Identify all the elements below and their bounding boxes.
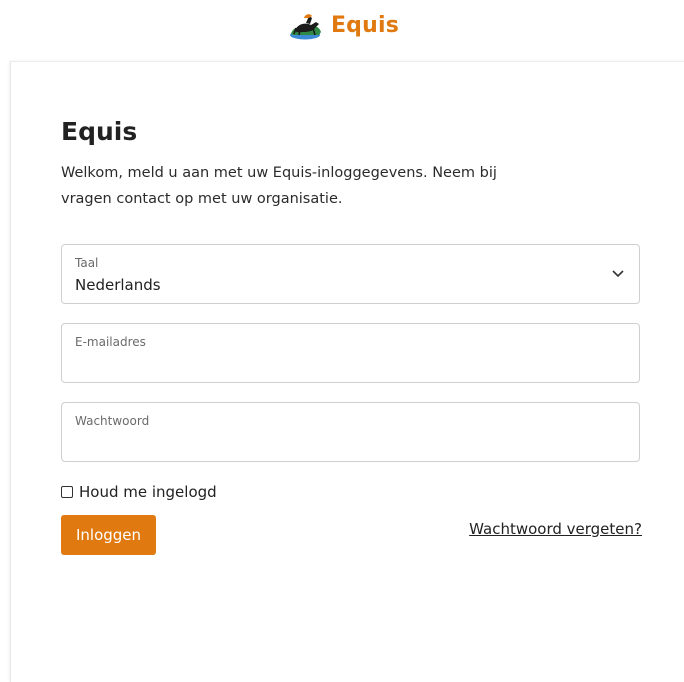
forgot-password-link[interactable]: Wachtwoord vergeten? xyxy=(469,520,642,538)
brand[interactable]: Equis xyxy=(285,10,399,40)
horse-rider-logo-icon xyxy=(289,14,321,40)
remember-checkbox[interactable] xyxy=(61,486,73,498)
email-input[interactable] xyxy=(74,354,626,376)
brand-name: Equis xyxy=(330,12,400,38)
email-label: E-mailadres xyxy=(75,335,146,349)
login-button[interactable]: Inloggen xyxy=(61,515,156,555)
intro-text: Welkom, meld u aan met uw Equis-inloggeg… xyxy=(61,165,497,207)
language-label: Taal xyxy=(75,256,99,270)
language-select[interactable]: Taal Nederlands xyxy=(61,244,640,304)
password-field[interactable]: Wachtwoord xyxy=(61,402,640,462)
password-input[interactable] xyxy=(74,433,626,455)
app-header: Equis xyxy=(0,0,684,50)
page-title: Equis xyxy=(61,117,138,146)
email-field[interactable]: E-mailadres xyxy=(61,323,640,383)
remember-me[interactable]: Houd me ingelogd xyxy=(61,483,217,501)
password-label: Wachtwoord xyxy=(75,414,150,428)
remember-label: Houd me ingelogd xyxy=(79,483,217,501)
language-value: Nederlands xyxy=(75,276,161,294)
chevron-down-icon[interactable] xyxy=(611,268,625,278)
